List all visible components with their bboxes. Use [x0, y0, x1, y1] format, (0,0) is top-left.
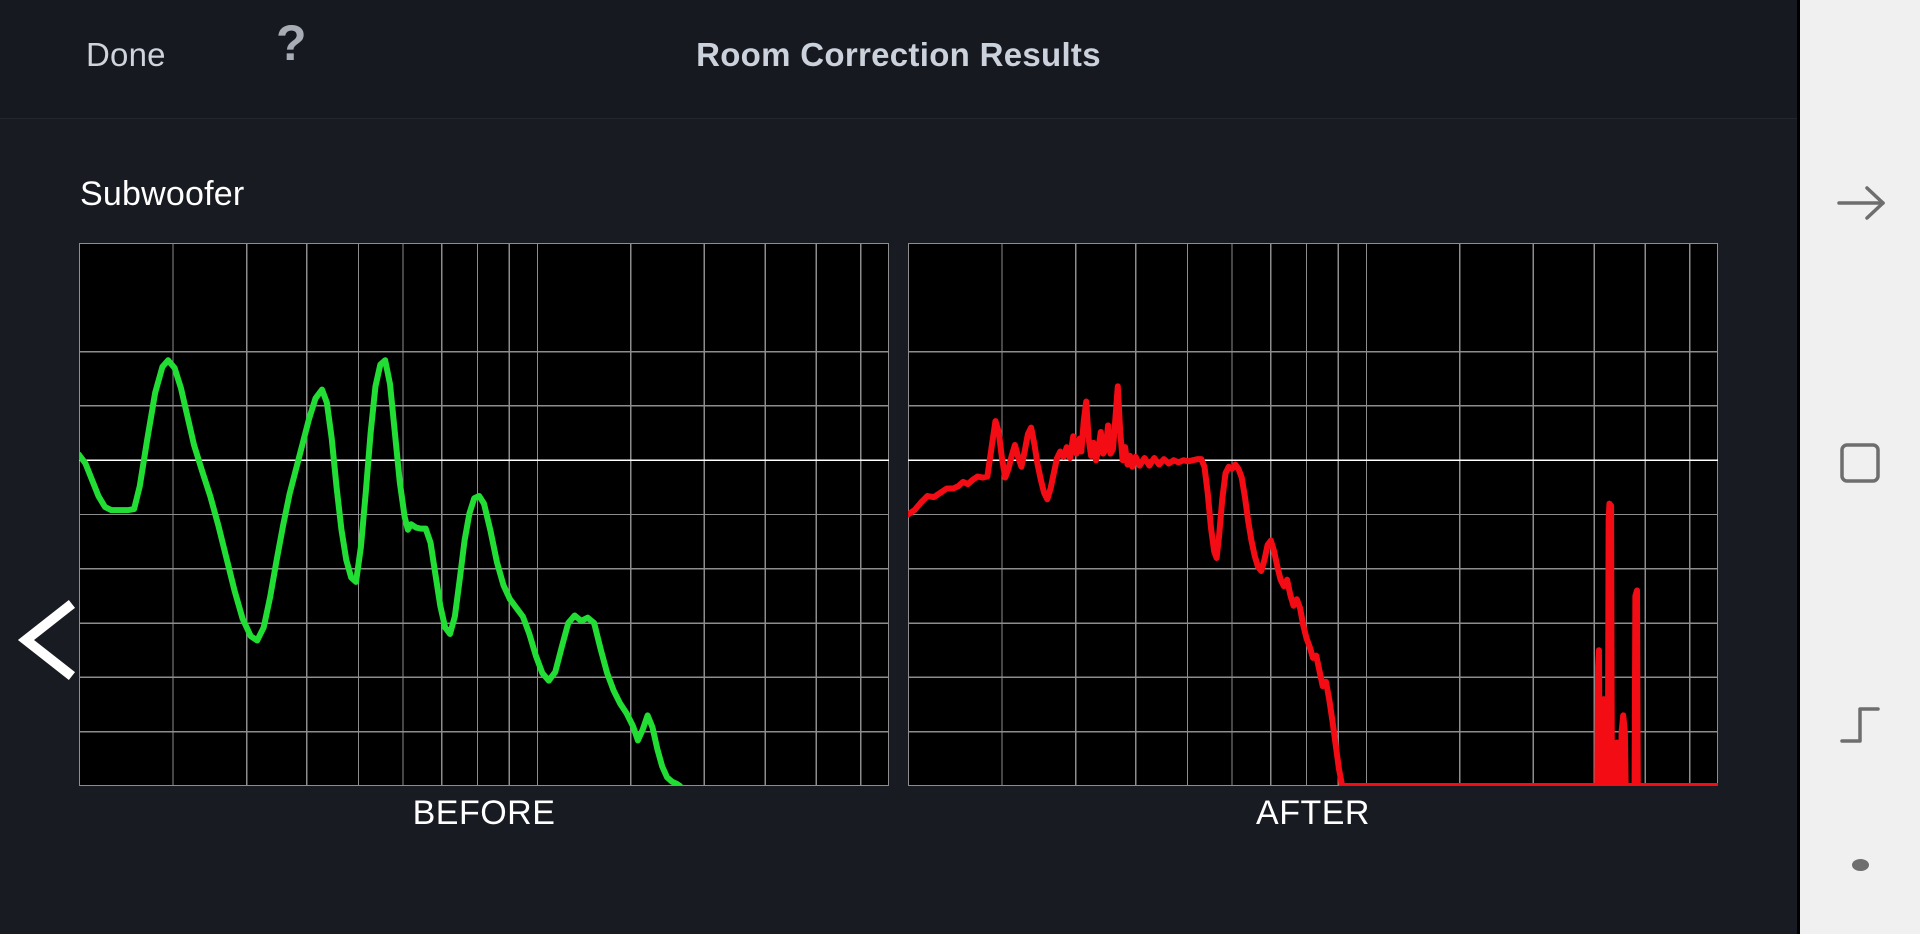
split-screen-icon[interactable]	[1825, 690, 1895, 760]
dot-glyph	[1851, 859, 1869, 871]
chart-before-plot[interactable]	[79, 243, 889, 786]
chevron-left-icon[interactable]	[8, 597, 94, 683]
chart-after-svg	[908, 243, 1718, 786]
content-area: Subwoofer BEFORE AFTER	[0, 119, 1797, 934]
chart-before-caption: BEFORE	[412, 794, 556, 832]
chart-after: AFTER	[908, 243, 1718, 833]
dot-home-icon[interactable]	[1840, 845, 1880, 885]
android-navigation-bar	[1797, 0, 1920, 934]
chart-after-caption: AFTER	[1256, 794, 1370, 832]
chart-before-svg	[79, 243, 889, 786]
chart-after-plot[interactable]	[908, 243, 1718, 786]
screen-root: Done ? Room Correction Results Subwoofer…	[0, 0, 1920, 934]
chart-before: BEFORE	[79, 243, 889, 833]
page-title: Room Correction Results	[696, 36, 1101, 73]
app-container: Done ? Room Correction Results Subwoofer…	[0, 0, 1797, 934]
arrow-left-icon[interactable]	[1825, 168, 1895, 238]
square-recents-icon[interactable]	[1825, 428, 1895, 498]
section-title-subwoofer: Subwoofer	[80, 175, 245, 213]
top-bar: Done ? Room Correction Results	[0, 0, 1797, 119]
